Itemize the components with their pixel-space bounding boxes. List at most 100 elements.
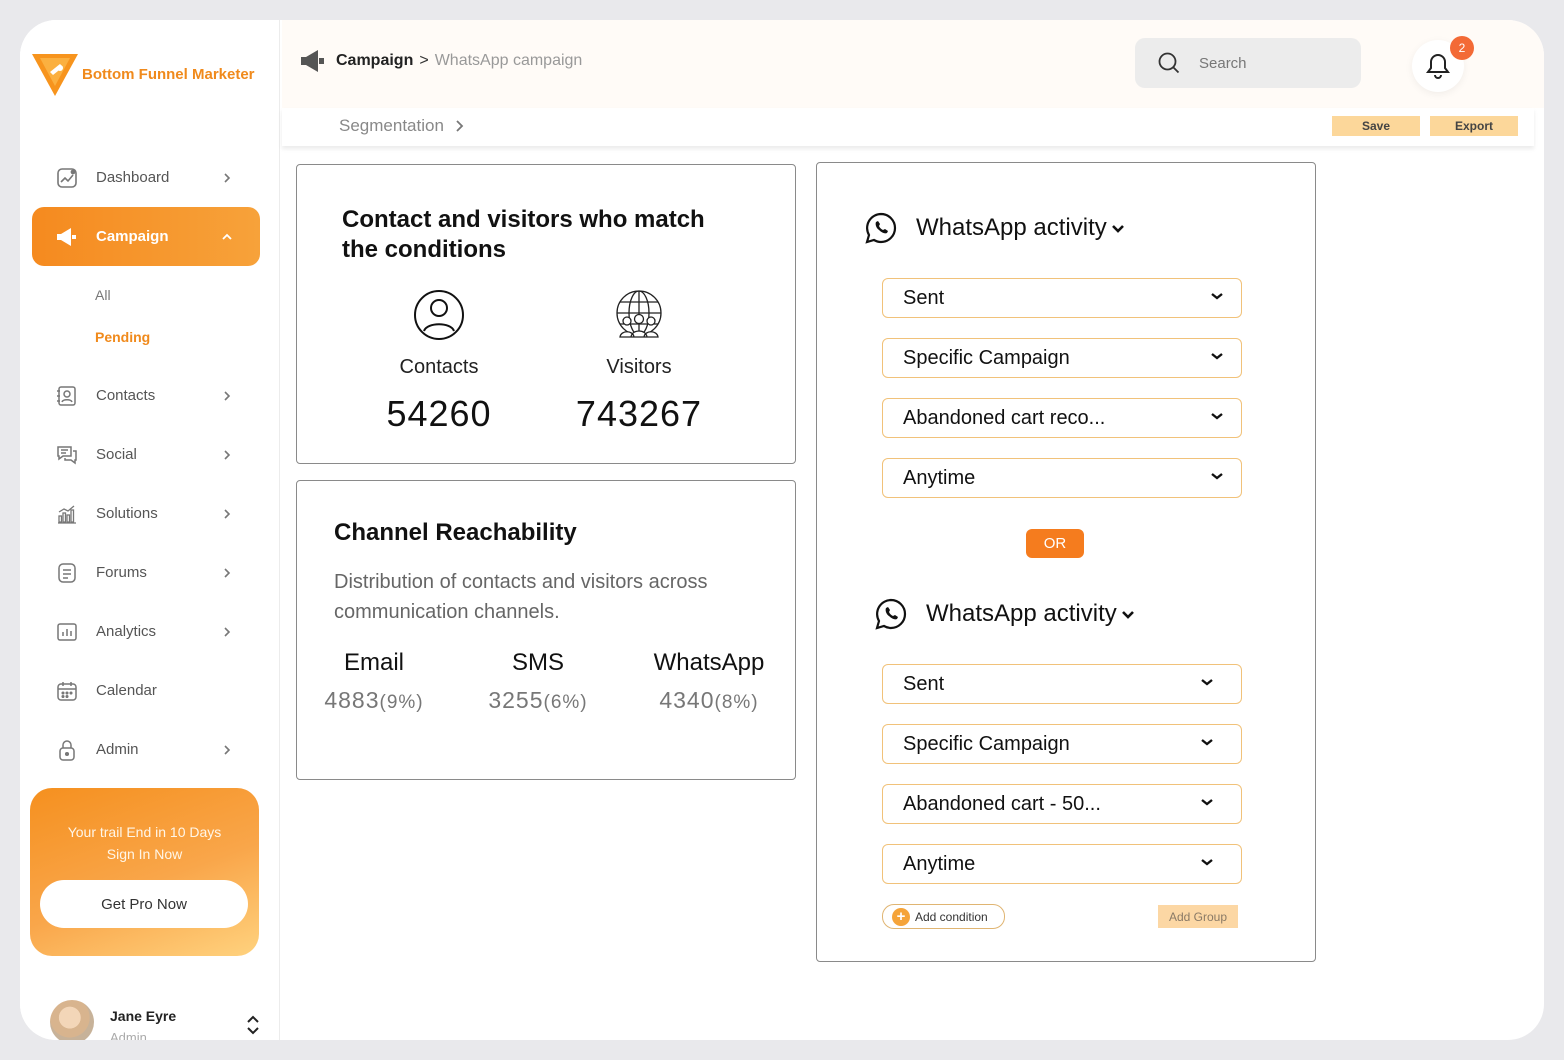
campaign-scope-select[interactable]: Specific Campaign (882, 338, 1242, 378)
contact-book-icon (56, 385, 78, 407)
user-profile[interactable]: Jane Eyre Admin (50, 1000, 259, 1040)
sidebar-item-label: Admin (96, 741, 139, 758)
user-circle-icon (414, 290, 464, 340)
sidebar-item-contacts[interactable]: Contacts (32, 366, 260, 425)
save-button[interactable]: Save (1332, 116, 1420, 136)
breadcrumb-current: WhatsApp campaign (434, 52, 583, 69)
megaphone-icon (301, 50, 324, 72)
sidebar-item-label: Social (96, 446, 137, 463)
chevron-right-icon (224, 449, 231, 460)
contacts-label: Contacts (399, 356, 479, 378)
match-card-title: Contact and visitors who match the condi… (342, 206, 705, 263)
select-value: Specific Campaign (903, 732, 1070, 755)
trial-banner: Your trail End in 10 Days Sign In Now Ge… (30, 788, 259, 956)
add-group-button[interactable]: Add Group (1158, 905, 1238, 928)
plus-icon: + (892, 907, 910, 926)
user-name: Jane Eyre (110, 1008, 177, 1024)
notification-count-badge: 2 (1450, 36, 1474, 60)
chevron-right-icon (224, 744, 231, 755)
activity-group-1-header[interactable]: WhatsApp activity (864, 211, 1125, 245)
sidebar: Bottom Funnel Marketer Dashboard Campaig… (20, 20, 280, 1040)
sidebar-item-campaign[interactable]: Campaign (32, 207, 260, 266)
breadcrumb-separator: > (419, 52, 429, 69)
activity-group-2-title: WhatsApp activity (926, 600, 1117, 627)
select-value: Sent (903, 672, 945, 695)
contacts-value: 54260 (386, 393, 492, 434)
reachability-description: Distribution of contacts and visitors ac… (334, 571, 708, 623)
channel-label: WhatsApp (653, 649, 765, 676)
chevron-down-icon (1111, 225, 1124, 233)
activity-type-select[interactable]: Sent (882, 664, 1242, 704)
or-operator-button[interactable]: OR (1026, 529, 1084, 558)
campaign-select[interactable]: Abandoned cart - 50... (882, 784, 1242, 824)
sidebar-item-forums[interactable]: Forums (32, 543, 260, 602)
segmentation-bar: Segmentation Save Export (282, 108, 1534, 146)
bar-graph-icon (56, 503, 78, 525)
sidebar-item-calendar[interactable]: Calendar (32, 661, 260, 720)
conditions-card: WhatsApp activity Sent Specific Campaign… (816, 162, 1316, 962)
add-condition-button[interactable]: + Add condition (882, 904, 1005, 929)
visitors-label: Visitors (606, 356, 672, 378)
segmentation-tab[interactable]: Segmentation (339, 116, 464, 136)
sidebar-item-label: Contacts (96, 387, 156, 404)
search-box[interactable]: Search (1135, 38, 1361, 88)
reachability-card: Channel Reachability Distribution of con… (296, 480, 796, 780)
time-range-select[interactable]: Anytime (882, 844, 1242, 884)
activity-group-2-header[interactable]: WhatsApp activity (874, 597, 1135, 631)
lock-icon (56, 739, 78, 761)
brand-name: Bottom Funnel Marketer (82, 65, 255, 83)
trial-sign-in[interactable]: Sign In Now (30, 843, 259, 865)
calendar-icon (56, 680, 78, 702)
sidebar-item-label: Campaign (96, 228, 169, 245)
campaign-select[interactable]: Abandoned cart reco... (882, 398, 1242, 438)
export-button[interactable]: Export (1430, 116, 1518, 136)
trial-text: Your trail End in 10 Days Sign In Now (30, 821, 259, 865)
search-input[interactable]: Search (1199, 55, 1247, 72)
visitors-value: 743267 (575, 393, 703, 434)
whatsapp-icon (865, 212, 897, 244)
brand-logo[interactable]: Bottom Funnel Marketer (32, 50, 255, 100)
funnel-logo-icon (32, 50, 78, 100)
segmentation-label: Segmentation (339, 116, 444, 135)
visitors-stat: Visitors 743267 (559, 289, 719, 435)
expand-collapse-icon[interactable] (246, 1014, 260, 1036)
chevron-right-icon (224, 508, 231, 519)
time-range-select[interactable]: Anytime (882, 458, 1242, 498)
select-value: Specific Campaign (903, 346, 1070, 369)
get-pro-button[interactable]: Get Pro Now (40, 880, 248, 928)
document-icon (56, 562, 78, 584)
channel-whatsapp: WhatsApp 4340(8%) (645, 649, 773, 714)
sidebar-item-label: Solutions (96, 505, 158, 522)
chart-line-icon (56, 167, 78, 189)
sidebar-item-admin[interactable]: Admin (32, 720, 260, 779)
analytics-icon (56, 621, 78, 643)
bell-icon (1426, 53, 1450, 79)
sidebar-subitem-all[interactable]: All (32, 274, 260, 316)
campaign-scope-select[interactable]: Specific Campaign (882, 724, 1242, 764)
chevron-right-icon (224, 172, 231, 183)
chevron-down-icon (1211, 353, 1223, 360)
sidebar-item-label: Dashboard (96, 169, 170, 186)
sidebar-item-social[interactable]: Social (32, 425, 260, 484)
chevron-down-icon (1201, 799, 1213, 806)
chat-bubbles-icon (56, 444, 78, 466)
channel-label: Email (343, 649, 404, 676)
breadcrumb-root[interactable]: Campaign (336, 52, 413, 70)
chevron-down-icon (1211, 413, 1223, 420)
contacts-stat: Contacts 54260 (364, 289, 514, 435)
chevron-down-icon (1201, 679, 1213, 686)
sidebar-item-label: Calendar (96, 682, 157, 699)
chevron-right-icon (224, 567, 231, 578)
megaphone-icon (56, 226, 78, 248)
sidebar-item-analytics[interactable]: Analytics (32, 602, 260, 661)
sidebar-subitem-pending[interactable]: Pending (32, 316, 260, 358)
sidebar-item-dashboard[interactable]: Dashboard (32, 148, 260, 207)
trial-days-left: Your trail End in 10 Days (67, 824, 222, 840)
sidebar-item-solutions[interactable]: Solutions (32, 484, 260, 543)
activity-type-select[interactable]: Sent (882, 278, 1242, 318)
avatar (50, 1000, 94, 1040)
chevron-right-icon (456, 120, 464, 132)
chevron-down-icon (1211, 473, 1223, 480)
select-value: Abandoned cart reco... (903, 406, 1106, 429)
chevron-right-icon (224, 390, 231, 401)
